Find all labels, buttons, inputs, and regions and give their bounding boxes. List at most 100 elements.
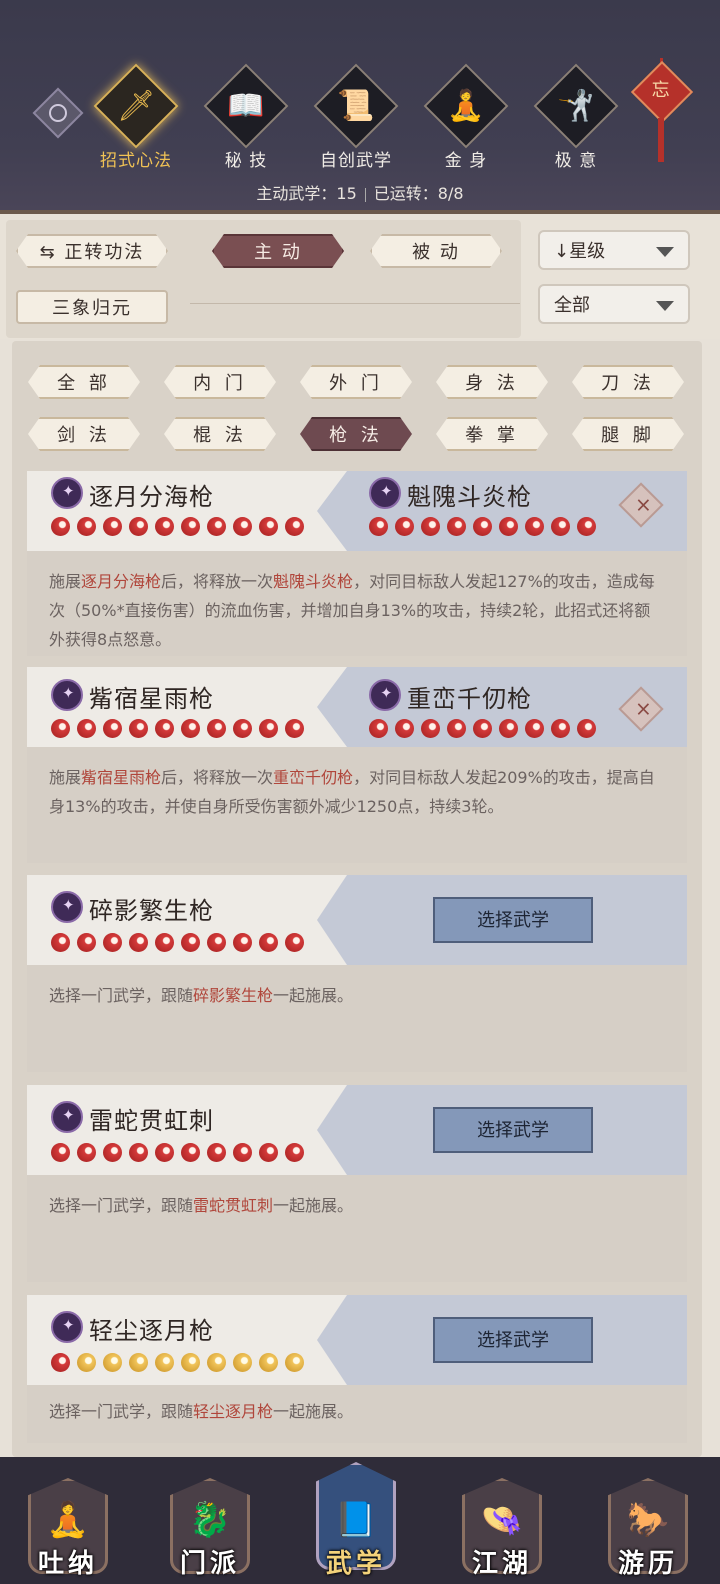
charm-button[interactable]: 忘 [630,60,694,124]
close-icon: × [635,492,652,517]
red-orb-icon [577,719,596,738]
red-orb-icon [233,517,252,536]
filter-inner[interactable]: 内 门 [164,365,276,399]
charm-tassel [658,118,664,162]
red-orb-icon [207,933,226,952]
tab-passive[interactable]: 被 动 [370,234,502,268]
sanxiang-button[interactable]: 三象归元 [16,290,168,324]
highlighted-art-name: 碎影繁生枪 [193,986,274,1005]
tab-moves-methods[interactable]: 🗡 招式心法 [88,63,184,171]
red-orb-icon [395,719,414,738]
nav-label: 吐纳 [37,1549,98,1579]
filter-spear[interactable]: 枪 法 [300,417,412,451]
desc-text: 选择一门武学，跟随轻尘逐月枪一起施展。 [27,1385,687,1426]
tab-self-created[interactable]: 📜 自创武学 [308,63,404,171]
red-orb-icon [207,719,226,738]
red-orb-icon [181,1143,200,1162]
red-orb-icon [233,933,252,952]
filter-fist[interactable]: 拳 掌 [436,417,548,451]
nav-jianghu[interactable]: 👒 江湖 [452,1470,552,1584]
desc-segment: 一起施展。 [273,986,354,1005]
tab-secret-skills[interactable]: 📖 秘 技 [198,63,294,171]
gold-orb-icon [155,1353,174,1372]
active-count: 主动武学：15 [256,184,357,203]
nav-sect[interactable]: 🐉 门派 [160,1470,260,1584]
red-orb-icon [207,517,226,536]
filter-blade[interactable]: 刀 法 [572,365,684,399]
filter-dropdown[interactable]: 全部 [538,284,690,324]
red-orb-icon [285,719,304,738]
star-orbs [51,517,311,537]
red-orb-icon [421,719,440,738]
red-orb-icon [51,719,70,738]
linked-art-name: 重峦千仞枪 [407,685,532,713]
spear-icon: ✦ [369,679,401,711]
filter-all[interactable]: 全 部 [28,365,140,399]
red-orb-icon [285,1143,304,1162]
martial-list-panel: 全 部 内 门 外 门 身 法 刀 法 剑 法 棍 法 枪 法 拳 掌 腿 脚 … [12,341,702,1457]
select-martial-button[interactable]: 选择武学 [433,1107,593,1153]
red-orb-icon [155,719,174,738]
swap-icon: ⇆ [39,242,65,263]
spear-icon: ✦ [51,477,83,509]
red-orb-icon [447,719,466,738]
manual-icon: 📘 [334,1500,378,1540]
running-count: 已运转：8/8 [373,184,464,203]
red-orb-icon [129,719,148,738]
art-name: 逐月分海枪 [89,483,214,511]
filter-outer[interactable]: 外 门 [300,365,412,399]
nav-tuna[interactable]: 🧘 吐纳 [18,1470,118,1584]
red-orb-icon [103,1143,122,1162]
filter-leg[interactable]: 腿 脚 [572,417,684,451]
desc-segment: 选择一门武学，跟随 [49,1402,194,1421]
red-orb-icon [51,933,70,952]
tab-label: 自创武学 [320,151,392,171]
combo-card: ✦ 觜宿星雨枪 ✦ 重峦千仞枪 × 施展觜宿星雨枪后，将释放一次重峦千仞枪，对同… [27,667,687,863]
star-orbs [51,1353,311,1373]
gold-orb-icon [77,1353,96,1372]
star-orbs [369,517,603,537]
card-description: 施展觜宿星雨枪后，将释放一次重峦千仞枪，对同目标敌人发起209%的攻击，提高自身… [27,747,687,863]
red-orb-icon [577,517,596,536]
desc-segment: 一起施展。 [273,1196,354,1215]
tab-ultimate-intent[interactable]: 🤺 极 意 [528,63,624,171]
combo-card: ✦ 逐月分海枪 ✦ 魁隗斗炎枪 × 施展逐月分海枪后，将释放一次魁隗斗炎枪，对同… [27,471,687,656]
red-orb-icon [77,719,96,738]
tab-golden-body[interactable]: 🧘 金 身 [418,63,514,171]
nav-martial[interactable]: 📘 武学 [306,1462,406,1584]
red-orb-icon [369,517,388,536]
combo-card: ✦ 轻尘逐月枪 选择武学 选择一门武学，跟随轻尘逐月枪一起施展。 [27,1295,687,1443]
martial-stats: 主动武学：15 已运转：8/8 [0,180,720,204]
desc-text: 选择一门武学，跟随碎影繁生枪一起施展。 [27,965,687,1010]
spear-icon: ✦ [51,891,83,923]
red-orb-icon [259,517,278,536]
select-martial-button[interactable]: 选择武学 [433,897,593,943]
filter-movement[interactable]: 身 法 [436,365,548,399]
red-orb-icon [259,933,278,952]
highlighted-art-name: 觜宿星雨枪 [81,768,162,787]
desc-segment: 选择一门武学，跟随 [49,986,194,1005]
caret-down-icon [656,247,674,257]
star-orbs [51,1143,311,1163]
filter-staff[interactable]: 棍 法 [164,417,276,451]
eye-toggle-button[interactable] [32,87,84,139]
red-orb-icon [525,719,544,738]
select-martial-button[interactable]: 选择武学 [433,1317,593,1363]
filter-sword[interactable]: 剑 法 [28,417,140,451]
tab-active[interactable]: 主 动 [212,234,344,268]
gold-orb-icon [103,1353,122,1372]
red-orb-icon [421,517,440,536]
spear-icon: ✦ [51,1311,83,1343]
scroll-icon: 📜 [337,88,375,124]
forward-mode-label: 正转功法 [64,242,145,263]
red-orb-icon [233,1143,252,1162]
forward-mode-button[interactable]: ⇆ 正转功法 [16,234,168,268]
tab-label: 秘 技 [224,151,268,171]
desc-segment: 后，将释放一次 [161,768,274,787]
red-orb-icon [499,719,518,738]
red-orb-icon [103,933,122,952]
desc-segment: 后，将释放一次 [161,572,274,591]
art-name: 碎影繁生枪 [89,897,214,925]
sort-dropdown[interactable]: ↓星级 [538,230,690,270]
nav-travel[interactable]: 🐎 游历 [598,1470,698,1584]
